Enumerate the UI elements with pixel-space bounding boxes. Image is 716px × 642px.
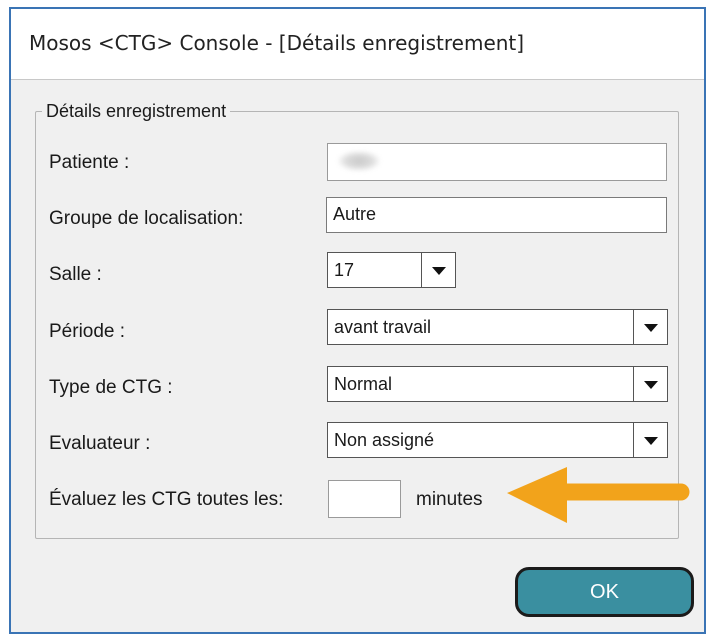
evaluator-value: Non assigné [334, 430, 435, 450]
location-group-value: Autre [333, 204, 377, 224]
group-legend: Détails enregistrement [46, 101, 227, 121]
room-dropdown-button[interactable] [421, 253, 455, 287]
redacted-name [338, 151, 380, 171]
period-value: avant travail [334, 317, 432, 337]
room-value: 17 [334, 260, 355, 280]
period-select[interactable]: avant travail [327, 309, 668, 345]
evaluator-select[interactable]: Non assigné [327, 422, 668, 458]
interval-unit-label: minutes [416, 489, 483, 510]
patient-label: Patiente : [49, 152, 130, 173]
evaluation-interval-label: Évaluez les CTG toutes les: [49, 489, 284, 510]
evaluation-interval-input[interactable] [328, 480, 401, 518]
room-select[interactable]: 17 [327, 252, 456, 288]
window-title: Mosos <CTG> Console - [Détails enregistr… [29, 31, 525, 55]
chevron-down-icon [431, 267, 446, 275]
evaluator-dropdown-button[interactable] [633, 423, 667, 457]
chevron-down-icon [643, 324, 658, 332]
chevron-down-icon [643, 437, 658, 445]
patient-field[interactable] [327, 143, 667, 181]
room-label: Salle : [49, 264, 102, 285]
chevron-down-icon [643, 381, 658, 389]
period-label: Période : [49, 321, 126, 342]
ctg-type-value: Normal [334, 374, 393, 394]
period-dropdown-button[interactable] [633, 310, 667, 344]
ctg-type-label: Type de CTG : [49, 377, 173, 398]
arrow-left-icon [507, 467, 690, 523]
location-group-label: Groupe de localisation: [49, 208, 244, 229]
evaluator-label: Evaluateur : [49, 433, 151, 454]
ctg-type-select[interactable]: Normal [327, 366, 668, 402]
ctg-type-dropdown-button[interactable] [633, 367, 667, 401]
ok-button[interactable]: OK [515, 567, 694, 617]
title-bar: Mosos <CTG> Console - [Détails enregistr… [11, 9, 704, 80]
location-group-field[interactable]: Autre [326, 197, 667, 233]
